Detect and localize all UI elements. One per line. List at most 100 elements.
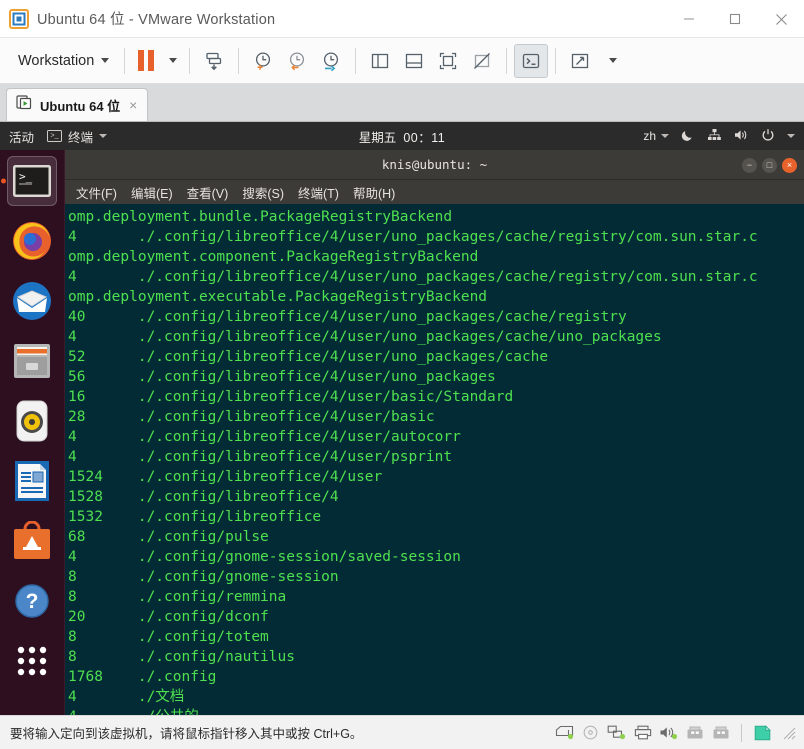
dock-item-libreoffice-writer[interactable] (7, 456, 57, 506)
gnome-top-bar: 活动 >_ 终端 星期五 00：11 zh (0, 122, 804, 150)
vm-tab-strip: Ubuntu 64 位 × (0, 84, 804, 122)
sound-icon[interactable] (659, 724, 678, 741)
menu-terminal[interactable]: 终端(T) (292, 181, 345, 204)
workstation-menu-label: Workstation (18, 52, 95, 69)
vmware-logo-icon (9, 8, 29, 29)
terminal-title: knis@ubuntu: ~ (381, 157, 488, 172)
close-icon[interactable]: × (127, 98, 139, 112)
hard-disk-icon[interactable] (555, 724, 574, 741)
manage-snapshots-button[interactable] (314, 44, 348, 78)
app-menu-button[interactable]: >_ 终端 (47, 127, 108, 146)
vm-play-icon (16, 94, 33, 116)
cd-dvd-icon[interactable] (581, 724, 600, 741)
terminal-line: 56 ./.config/libreoffice/4/user/uno_pack… (68, 369, 496, 385)
menu-help[interactable]: 帮助(H) (347, 181, 401, 204)
vmware-status-bar: 要将输入定向到该虚拟机，请将鼠标指针移入其中或按 Ctrl+G。 (0, 715, 804, 749)
chevron-down-icon (661, 134, 669, 138)
volume-icon (734, 128, 749, 145)
resize-grip-icon[interactable] (779, 724, 798, 741)
menu-edit[interactable]: 编辑(E) (125, 181, 179, 204)
dock-item-files[interactable] (7, 336, 57, 386)
terminal-line: 1768 ./.config (68, 669, 217, 685)
terminal-line: 4 ./文档 (68, 689, 185, 705)
terminal-line: 8 ./.config/nautilus (68, 649, 295, 665)
dock-item-show-applications[interactable] (7, 636, 57, 686)
toolbar-separator (506, 47, 508, 74)
keyboard-layout-label: zh (643, 129, 656, 143)
terminal-line: 68 ./.config/pulse (68, 529, 269, 545)
ubuntu-dock: >_ ? (0, 150, 65, 715)
app-menu-label: 终端 (68, 130, 94, 145)
gnome-status-area: zh (643, 128, 804, 145)
workstation-menu-button[interactable]: Workstation (8, 44, 117, 78)
status-message: 要将输入定向到该虚拟机，请将鼠标指针移入其中或按 Ctrl+G。 (10, 727, 363, 741)
dock-item-thunderbird[interactable] (7, 276, 57, 326)
guest-screen: 活动 >_ 终端 星期五 00：11 zh >_ ? knis@ubuntu: … (0, 122, 804, 715)
activities-button[interactable]: 活动 (9, 127, 34, 146)
terminal-line: 4 ./.config/libreoffice/4/user/psprint (68, 449, 453, 465)
hide-preview-button[interactable] (465, 44, 499, 78)
status-separator (741, 723, 742, 742)
chevron-down-icon (99, 134, 108, 138)
chevron-down-icon (169, 58, 178, 63)
chevron-down-icon (101, 58, 110, 63)
dock-item-firefox[interactable] (7, 216, 57, 266)
revert-snapshot-button[interactable] (280, 44, 314, 78)
svg-text:?: ? (26, 590, 39, 613)
dock-item-ubuntu-software[interactable] (7, 516, 57, 566)
printer-icon[interactable] (633, 724, 652, 741)
terminal-line: 16 ./.config/libreoffice/4/user/basic/St… (68, 389, 514, 405)
snapshot-manager-button[interactable] (197, 44, 231, 78)
toolbar-separator (555, 47, 557, 74)
terminal-menu-bar: 文件(F) 编辑(E) 查看(V) 搜索(S) 终端(T) 帮助(H) (65, 180, 804, 204)
pause-button[interactable] (138, 50, 155, 71)
keyboard-layout-indicator[interactable]: zh (643, 129, 669, 143)
toolbar-separator (124, 47, 126, 74)
terminal-maximize-button[interactable]: □ (762, 157, 777, 173)
dock-item-help[interactable]: ? (7, 576, 57, 626)
toolbar-separator (189, 47, 191, 74)
network-wired-icon (707, 128, 722, 145)
moon-icon (681, 128, 695, 145)
terminal-close-button[interactable]: × (782, 157, 797, 173)
shared-folder-icon[interactable] (753, 724, 772, 741)
vmware-workstation-window: Ubuntu 64 位 - VMware Workstation Worksta… (0, 0, 804, 749)
network-icon[interactable] (607, 724, 626, 741)
minimize-button[interactable] (666, 0, 712, 38)
vm-tab-ubuntu[interactable]: Ubuntu 64 位 × (6, 88, 149, 121)
terminal-output[interactable]: omp.deployment.bundle.PackageRegistryBac… (65, 204, 804, 715)
terminal-line: 1532 ./.config/libreoffice (68, 509, 322, 525)
pause-dropdown-button[interactable] (157, 44, 182, 78)
console-view-button[interactable] (431, 44, 465, 78)
usb-icon[interactable] (685, 724, 704, 741)
toolbar-separator (238, 47, 240, 74)
svg-text:>_: >_ (19, 170, 33, 183)
take-snapshot-button[interactable] (246, 44, 280, 78)
close-button[interactable] (758, 0, 804, 38)
dock-item-rhythmbox[interactable] (7, 396, 57, 446)
maximize-button[interactable] (712, 0, 758, 38)
terminal-minimize-button[interactable]: − (742, 157, 757, 173)
system-menu-caret-icon[interactable] (787, 134, 795, 138)
menu-file[interactable]: 文件(F) (70, 181, 123, 204)
menu-search[interactable]: 搜索(S) (236, 181, 290, 204)
terminal-line: omp.deployment.component.PackageRegistry… (68, 249, 479, 265)
show-library-button[interactable] (363, 44, 397, 78)
terminal-line: 8 ./.config/remmina (68, 589, 287, 605)
fullscreen-button[interactable] (563, 44, 597, 78)
send-ctrl-alt-del-button[interactable] (514, 43, 549, 78)
terminal-line: 8 ./.config/gnome-session (68, 569, 339, 585)
terminal-line: 1524 ./.config/libreoffice/4/user (68, 469, 383, 485)
vm-tab-label: Ubuntu 64 位 (40, 98, 121, 114)
terminal-window-controls: − □ × (742, 150, 797, 180)
fullscreen-dropdown-button[interactable] (597, 44, 622, 78)
menu-view[interactable]: 查看(V) (181, 181, 235, 204)
usb-icon[interactable] (711, 724, 730, 741)
gnome-topbar-left: 活动 >_ 终端 (0, 127, 108, 146)
power-icon (761, 128, 775, 145)
show-thumbnails-button[interactable] (397, 44, 431, 78)
terminal-line: 8 ./.config/totem (68, 629, 269, 645)
dock-item-terminal[interactable]: >_ (7, 156, 57, 206)
status-device-icons (555, 723, 800, 742)
window-title: Ubuntu 64 位 - VMware Workstation (37, 12, 276, 28)
